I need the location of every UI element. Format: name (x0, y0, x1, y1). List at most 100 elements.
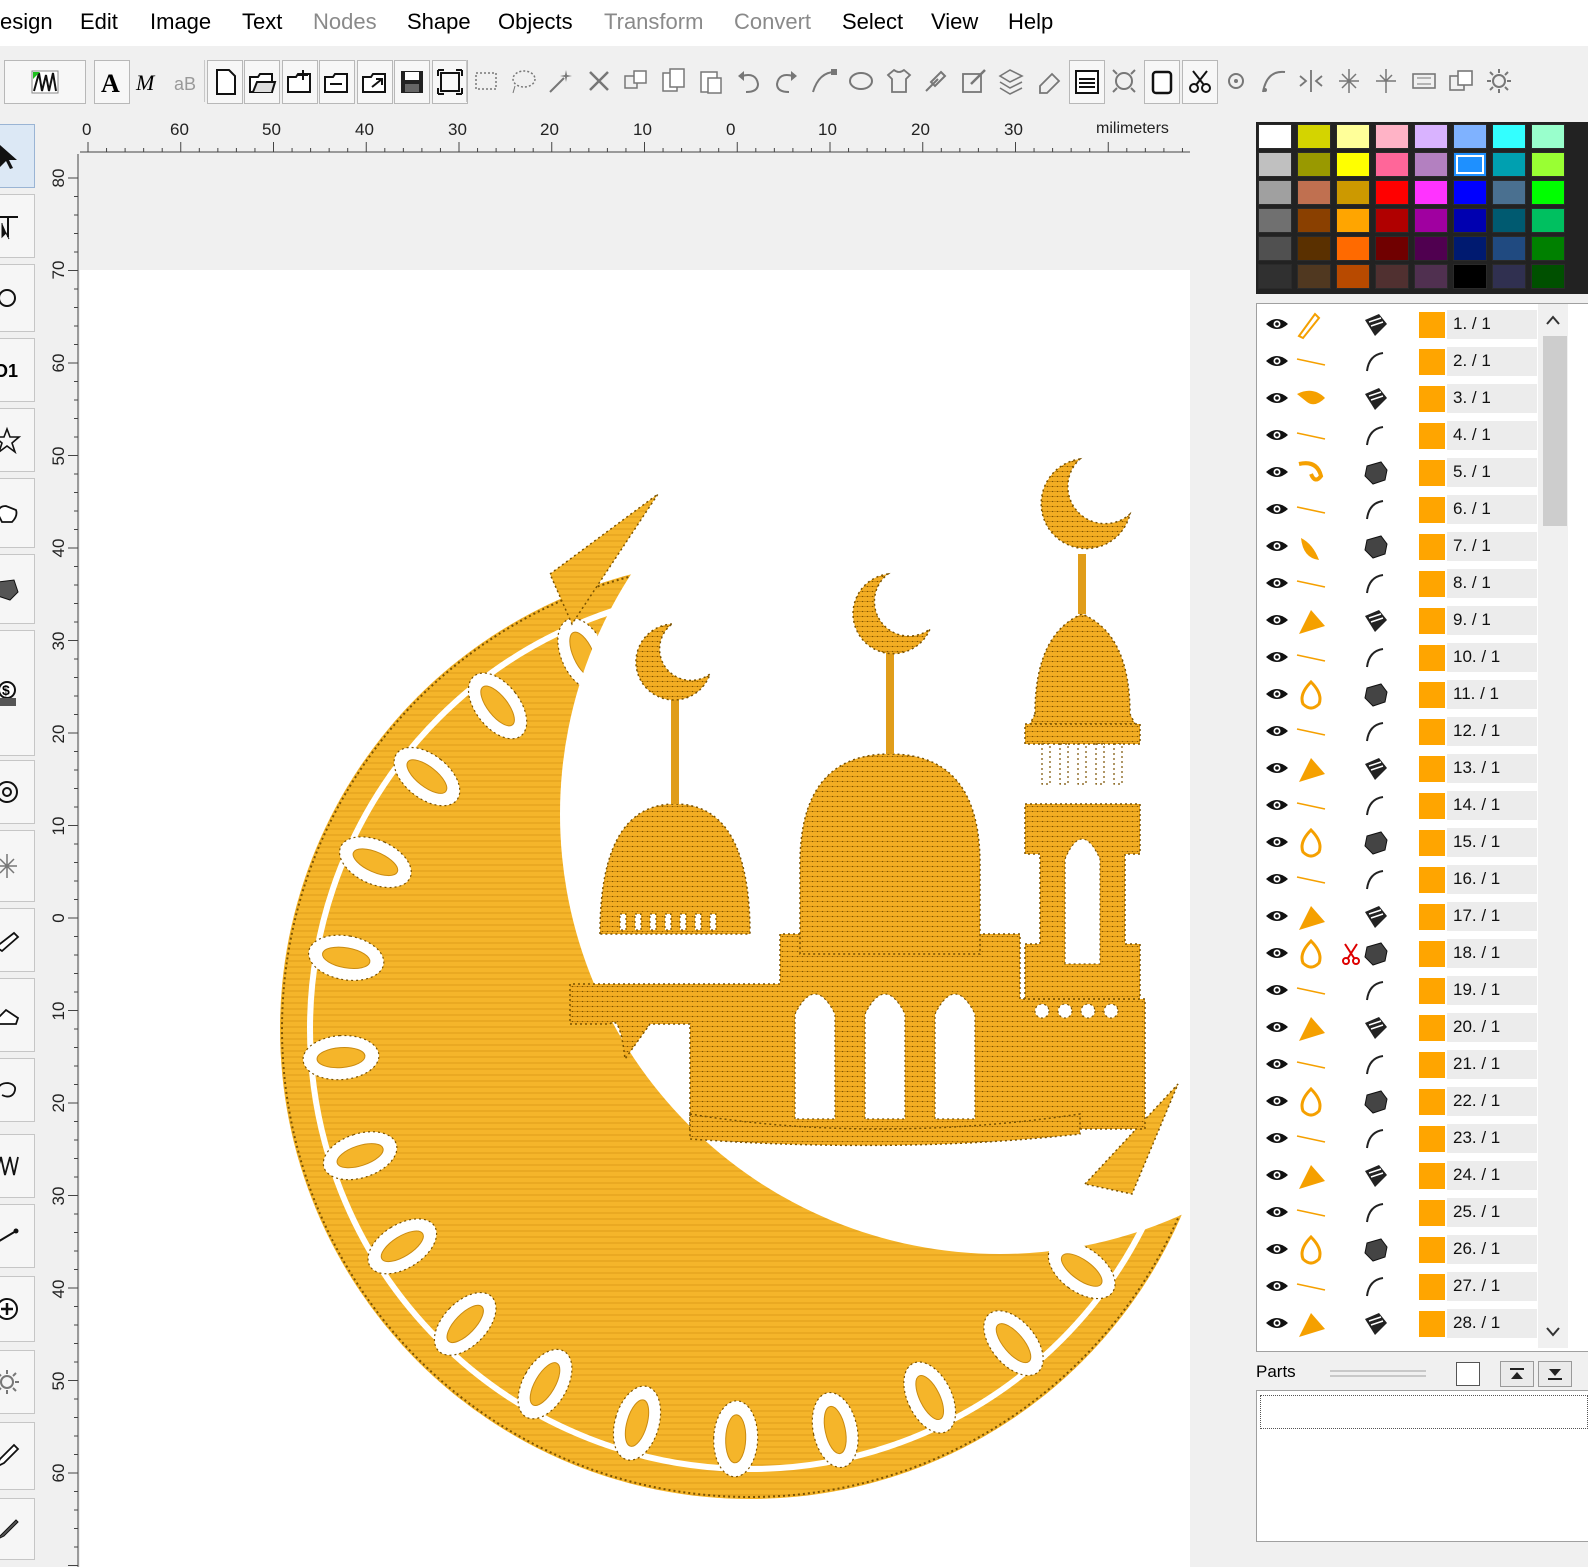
satin-type-icon[interactable] (1361, 828, 1391, 858)
shape-button[interactable] (844, 60, 878, 102)
align-button[interactable] (1407, 60, 1441, 102)
run-type-icon[interactable] (1361, 976, 1391, 1006)
object-color-swatch[interactable] (1419, 867, 1445, 893)
line-tool[interactable] (0, 1204, 35, 1268)
fill-type-icon[interactable] (1361, 902, 1391, 932)
object-color-swatch[interactable] (1419, 1052, 1445, 1078)
color-swatch[interactable] (1453, 180, 1487, 205)
knife-tool[interactable] (0, 908, 35, 972)
object-color-swatch[interactable] (1419, 793, 1445, 819)
color-swatch[interactable] (1492, 152, 1526, 177)
eye-icon[interactable] (1265, 869, 1289, 889)
menu-select[interactable]: Select (842, 9, 903, 35)
undo-button[interactable] (732, 60, 766, 102)
eye-icon[interactable] (1265, 573, 1289, 593)
split-2-button[interactable] (1369, 60, 1403, 102)
hand-tool[interactable] (0, 478, 35, 548)
open-folder-button[interactable] (319, 60, 355, 104)
color-swatch[interactable] (1297, 152, 1331, 177)
eye-icon[interactable] (1265, 610, 1289, 630)
eye-icon[interactable] (1265, 1239, 1289, 1259)
eye-icon[interactable] (1265, 536, 1289, 556)
eye-icon[interactable] (1265, 832, 1289, 852)
rotate-tool[interactable] (0, 760, 35, 824)
pointer-tool[interactable] (0, 124, 35, 188)
plus-tool[interactable] (0, 1276, 35, 1342)
object-color-swatch[interactable] (1419, 645, 1445, 671)
eye-icon[interactable] (1265, 1313, 1289, 1333)
object-color-swatch[interactable] (1419, 349, 1445, 375)
eye-icon[interactable] (1265, 351, 1289, 371)
shirt-button[interactable] (882, 60, 916, 102)
fill-type-icon[interactable] (1361, 310, 1391, 340)
color-swatch[interactable] (1492, 208, 1526, 233)
color-swatch[interactable] (1492, 236, 1526, 261)
color-swatch[interactable] (1297, 236, 1331, 261)
color-swatch[interactable] (1258, 236, 1292, 261)
eye-icon[interactable] (1265, 1276, 1289, 1296)
split-tool[interactable] (0, 830, 35, 902)
object-color-swatch[interactable] (1419, 423, 1445, 449)
gear-button[interactable] (1482, 60, 1516, 102)
dollar-tool[interactable]: $ (0, 630, 35, 756)
text-on-path-button[interactable]: aB (169, 60, 203, 102)
object-color-swatch[interactable] (1419, 1163, 1445, 1189)
color-swatch[interactable] (1453, 236, 1487, 261)
color-swatch[interactable] (1375, 236, 1409, 261)
eye-icon[interactable] (1265, 499, 1289, 519)
color-swatch[interactable] (1297, 208, 1331, 233)
eye-icon[interactable] (1265, 906, 1289, 926)
eyedropper-button[interactable] (919, 60, 953, 102)
color-swatch[interactable] (1492, 124, 1526, 149)
run-type-icon[interactable] (1361, 1272, 1391, 1302)
object-color-swatch[interactable] (1419, 1237, 1445, 1263)
run-type-icon[interactable] (1361, 717, 1391, 747)
eraser-button[interactable] (1032, 60, 1066, 102)
object-color-swatch[interactable] (1419, 1126, 1445, 1152)
satin-type-icon[interactable] (1361, 1235, 1391, 1265)
color-swatch[interactable] (1531, 236, 1565, 261)
nodes-button[interactable] (807, 60, 841, 102)
color-swatch[interactable] (1414, 208, 1448, 233)
object-color-swatch[interactable] (1419, 571, 1445, 597)
color-swatch[interactable] (1453, 208, 1487, 233)
eye-icon[interactable] (1265, 758, 1289, 778)
eye-icon[interactable] (1265, 1091, 1289, 1111)
select-lasso-button[interactable] (507, 60, 541, 102)
parts-checkbox[interactable] (1456, 1362, 1480, 1386)
mirror-button[interactable] (1294, 60, 1328, 102)
delete-button[interactable] (582, 60, 616, 102)
color-swatch[interactable] (1531, 180, 1565, 205)
object-color-swatch[interactable] (1419, 719, 1445, 745)
color-swatch[interactable] (1258, 124, 1292, 149)
fill-type-icon[interactable] (1361, 384, 1391, 414)
color-swatch[interactable] (1414, 264, 1448, 289)
run-type-icon[interactable] (1361, 643, 1391, 673)
design-canvas[interactable] (80, 154, 1190, 1567)
color-swatch[interactable] (1258, 208, 1292, 233)
menu-nodes[interactable]: Nodes (313, 9, 377, 35)
object-color-swatch[interactable] (1419, 497, 1445, 523)
run-type-icon[interactable] (1361, 495, 1391, 525)
color-swatch[interactable] (1492, 264, 1526, 289)
numbering-tool[interactable]: O1 (0, 338, 35, 402)
brush-tool[interactable] (0, 1498, 35, 1560)
save-button[interactable] (394, 60, 430, 104)
menu-shape[interactable]: Shape (407, 9, 471, 35)
object-color-swatch[interactable] (1419, 682, 1445, 708)
select-rect-button[interactable] (469, 60, 503, 102)
eye-icon[interactable] (1265, 943, 1289, 963)
fill-type-icon[interactable] (1361, 754, 1391, 784)
color-swatch[interactable] (1375, 264, 1409, 289)
trim-icon[interactable] (1341, 942, 1361, 966)
paste-button[interactable] (694, 60, 728, 102)
eye-icon[interactable] (1265, 1165, 1289, 1185)
run-type-icon[interactable] (1361, 421, 1391, 451)
object-color-swatch[interactable] (1419, 978, 1445, 1004)
fit-page-button[interactable] (431, 60, 468, 104)
stitch-mode-button[interactable] (4, 60, 86, 104)
object-color-swatch[interactable] (1419, 1311, 1445, 1337)
circle-tool[interactable] (0, 264, 35, 332)
redo-button[interactable] (769, 60, 803, 102)
lasso-tool[interactable] (0, 1058, 35, 1122)
